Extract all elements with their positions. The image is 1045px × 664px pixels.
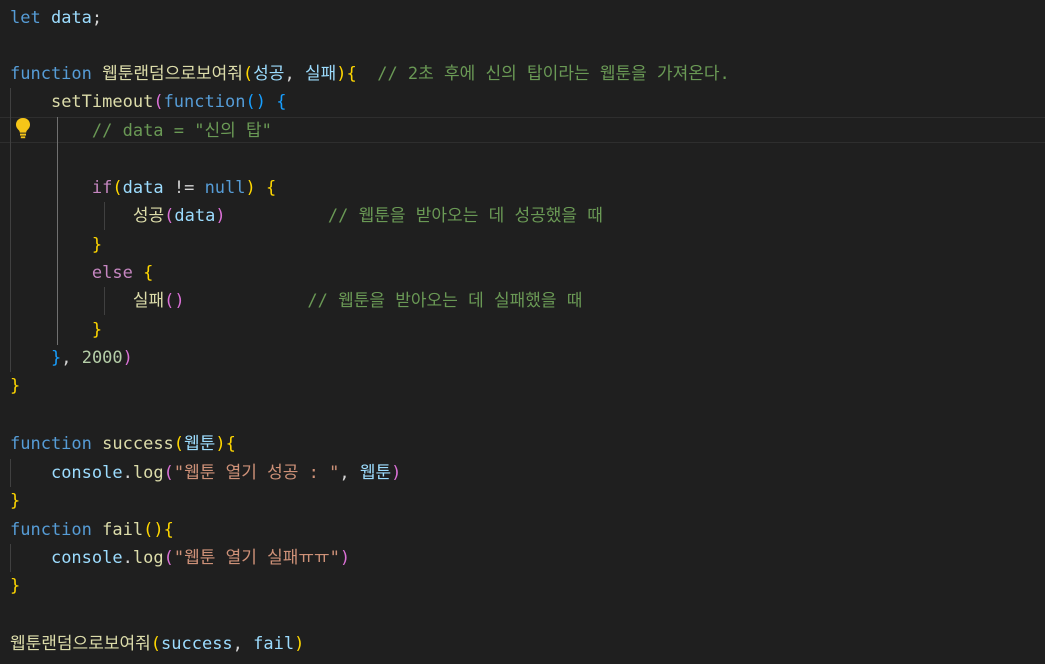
bracket: ( bbox=[163, 463, 174, 483]
bracket: { bbox=[225, 434, 236, 454]
function-call: 성공 bbox=[132, 206, 165, 226]
string: "웹툰 열기 성공 : " bbox=[173, 463, 340, 483]
comment: // 웹툰을 받아오는 데 성공했을 때 bbox=[327, 206, 603, 226]
keyword: function bbox=[163, 92, 246, 112]
bracket: ( bbox=[150, 634, 162, 654]
parameter: 실패 bbox=[304, 64, 337, 84]
bracket: ) bbox=[336, 64, 347, 84]
operator: != bbox=[173, 178, 195, 198]
punctuation: . bbox=[122, 463, 133, 483]
code-line-7: if(data != null) { bbox=[10, 174, 276, 202]
code-line-13: }, 2000) bbox=[10, 344, 133, 372]
comment: // data = "신의 탑" bbox=[91, 121, 272, 141]
code-line-20: console.log("웹툰 열기 실패ㅠㅠ") bbox=[10, 544, 350, 572]
bracket: { bbox=[143, 263, 154, 283]
bracket: } bbox=[91, 320, 103, 340]
function-name: success bbox=[102, 434, 174, 454]
code-line-3: function 웹툰랜덤으로보여줘(성공, 실패){ // 2초 후에 신의 … bbox=[10, 60, 730, 88]
bracket: } bbox=[10, 491, 21, 511]
bracket: ) bbox=[294, 634, 305, 654]
punctuation: , bbox=[284, 64, 295, 84]
code-line-1: let data; bbox=[10, 4, 102, 32]
object: console bbox=[50, 548, 123, 568]
keyword: function bbox=[10, 434, 92, 454]
variable: 웹툰 bbox=[359, 463, 392, 483]
bracket: } bbox=[10, 376, 21, 396]
code-line-12: } bbox=[10, 316, 102, 344]
comment: // 2초 후에 신의 탑이라는 웹툰을 가져온다. bbox=[377, 64, 730, 84]
keyword-control: else bbox=[91, 263, 133, 283]
bracket: ( bbox=[242, 64, 254, 84]
code-line-14: } bbox=[10, 372, 20, 400]
argument: fail bbox=[253, 634, 295, 654]
keyword: function bbox=[10, 64, 92, 84]
bracket: () bbox=[143, 520, 164, 540]
parameter: 성공 bbox=[253, 64, 285, 84]
bracket: { bbox=[163, 520, 174, 540]
function-call: log bbox=[132, 463, 164, 483]
variable: data bbox=[50, 8, 92, 28]
bracket: ) bbox=[215, 206, 226, 226]
bracket: ) bbox=[122, 348, 133, 368]
function-call: setTimeout bbox=[50, 92, 154, 112]
code-line-4: setTimeout(function() { bbox=[10, 88, 286, 116]
punctuation: ; bbox=[91, 8, 103, 28]
code-line-5: // data = "신의 탑" bbox=[10, 117, 272, 145]
bracket: { bbox=[346, 64, 357, 84]
variable: data bbox=[174, 206, 216, 226]
bracket: ( bbox=[153, 92, 164, 112]
code-line-18: } bbox=[10, 487, 20, 515]
keyword-control: if bbox=[91, 178, 113, 198]
bracket: () bbox=[245, 92, 266, 112]
bracket: { bbox=[276, 92, 287, 112]
function-call: log bbox=[132, 548, 164, 568]
bracket: () bbox=[164, 291, 185, 311]
bracket: { bbox=[266, 178, 277, 198]
bracket: } bbox=[91, 235, 103, 255]
bracket: ) bbox=[339, 548, 351, 568]
code-line-21: } bbox=[10, 572, 20, 600]
code-line-17: console.log("웹툰 열기 성공 : ", 웹툰) bbox=[10, 459, 401, 487]
string: "웹툰 열기 실패ㅠㅠ" bbox=[173, 548, 340, 568]
bracket: ( bbox=[164, 206, 175, 226]
keyword: let bbox=[10, 8, 41, 28]
punctuation: , bbox=[232, 634, 243, 654]
punctuation: . bbox=[122, 548, 133, 568]
keyword: null bbox=[204, 178, 246, 198]
punctuation: , bbox=[339, 463, 350, 483]
code-line-11: 실패() // 웹툰을 받아오는 데 실패했을 때 bbox=[10, 287, 583, 315]
code-line-23: 웹툰랜덤으로보여줘(success, fail) bbox=[10, 630, 304, 658]
bracket: ) bbox=[215, 434, 226, 454]
code-line-10: else { bbox=[10, 259, 153, 287]
punctuation: , bbox=[61, 348, 72, 368]
comment: // 웹툰을 받아오는 데 실패했을 때 bbox=[307, 291, 583, 311]
code-editor[interactable]: let data; function 웹툰랜덤으로보여줘(성공, 실패){ //… bbox=[0, 0, 1045, 664]
bracket: ( bbox=[163, 548, 174, 568]
bracket: } bbox=[50, 348, 62, 368]
function-call: 실패 bbox=[132, 291, 165, 311]
code-line-16: function success(웹툰){ bbox=[10, 430, 236, 458]
code-line-8: 성공(data) // 웹툰을 받아오는 데 성공했을 때 bbox=[10, 202, 603, 230]
variable: data bbox=[122, 178, 164, 198]
function-name: fail bbox=[102, 520, 144, 540]
parameter: 웹툰 bbox=[184, 434, 216, 454]
object: console bbox=[50, 463, 123, 483]
bracket: ( bbox=[112, 178, 123, 198]
number: 2000 bbox=[81, 348, 123, 368]
function-call: 웹툰랜덤으로보여줘 bbox=[10, 634, 151, 654]
code-line-19: function fail(){ bbox=[10, 516, 174, 544]
bracket: } bbox=[10, 576, 21, 596]
bracket: ( bbox=[173, 434, 185, 454]
keyword: function bbox=[10, 520, 92, 540]
bracket: ) bbox=[391, 463, 402, 483]
bracket: ) bbox=[245, 178, 256, 198]
argument: success bbox=[161, 634, 233, 654]
function-name: 웹툰랜덤으로보여줘 bbox=[102, 64, 243, 84]
code-line-9: } bbox=[10, 231, 102, 259]
